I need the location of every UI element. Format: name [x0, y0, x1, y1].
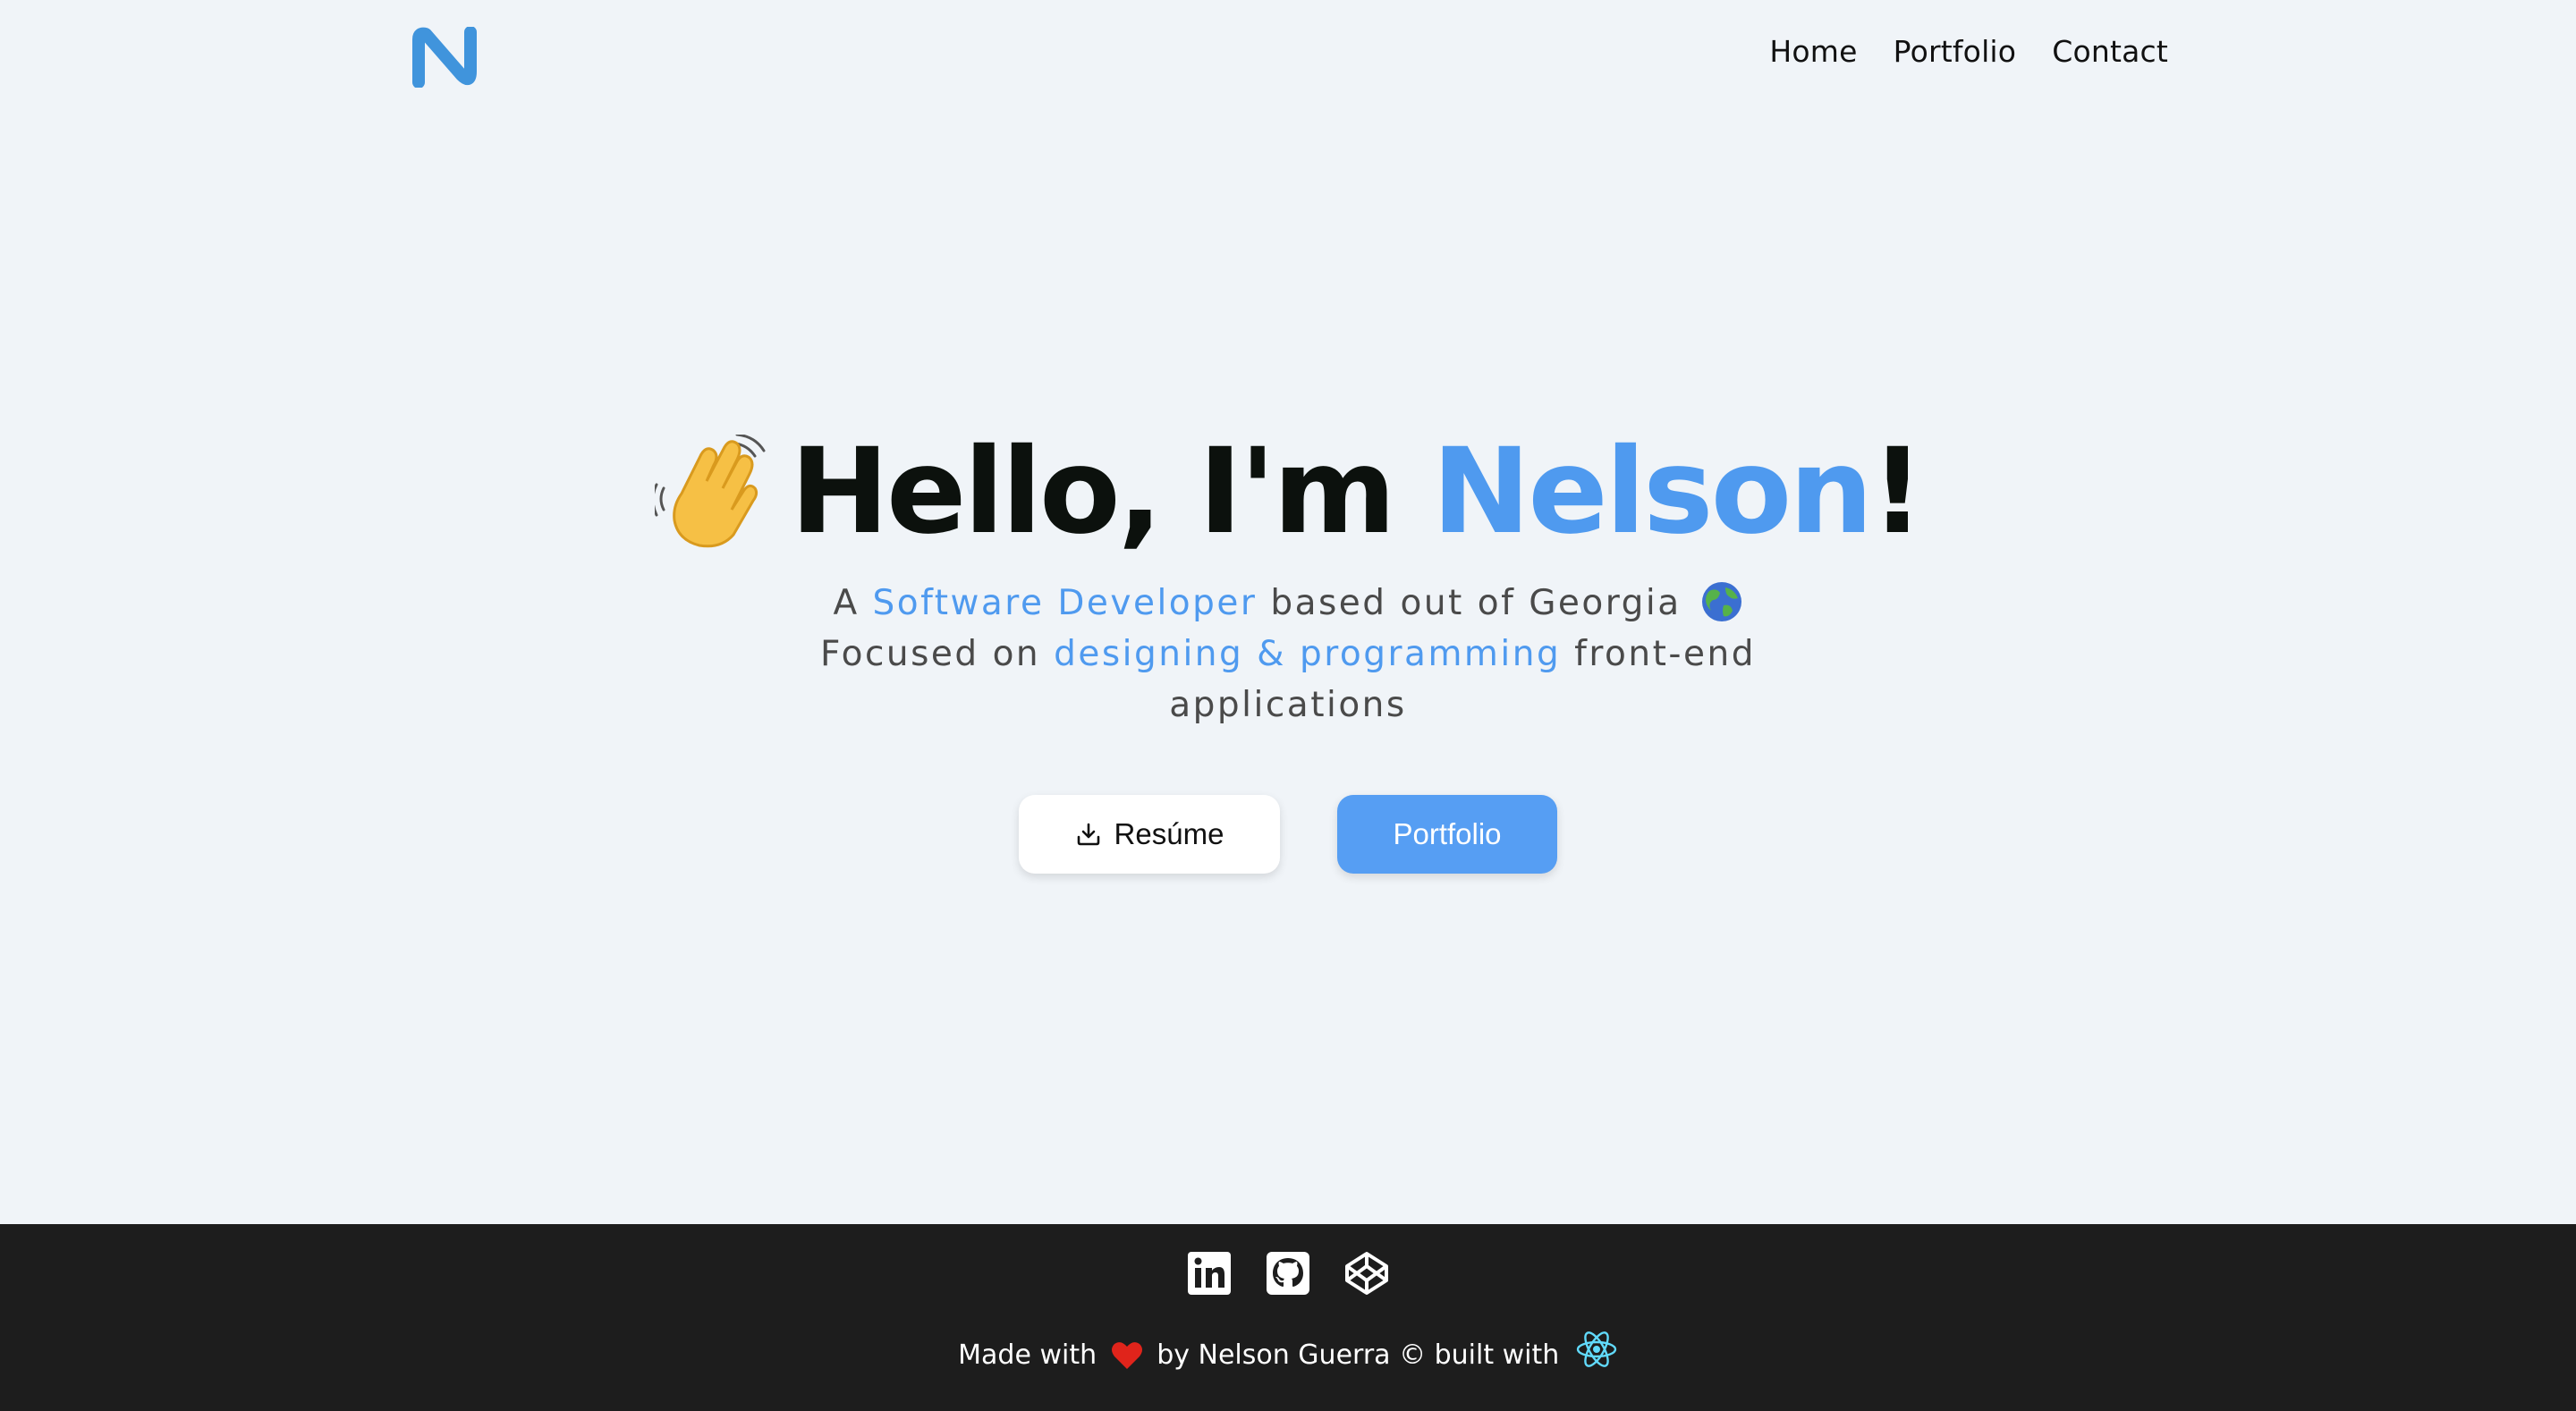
nav-home[interactable]: Home [1769, 34, 1857, 69]
linkedin-icon[interactable] [1187, 1251, 1232, 1296]
logo-icon[interactable] [411, 27, 479, 88]
subtitle-focus: designing & programming [1054, 634, 1562, 674]
resume-button[interactable]: Resúme [1019, 795, 1280, 874]
credit-middle: by Nelson Guerra © built with [1157, 1339, 1560, 1371]
footer: Made with by Nelson Guerra © built with [0, 1224, 2576, 1411]
heart-icon [1111, 1342, 1142, 1369]
subtitle-line2-prefix: Focused on [820, 634, 1055, 674]
globe-icon [1701, 582, 1741, 621]
greeting-suffix: ! [1870, 423, 1924, 561]
nav-portfolio[interactable]: Portfolio [1894, 34, 2017, 69]
hero-headline: Hello, I'm Nelson! [654, 420, 1925, 563]
nav-contact[interactable]: Contact [2052, 34, 2168, 69]
subtitle-line1-suffix: based out of Georgia [1257, 583, 1682, 623]
codepen-icon[interactable] [1344, 1251, 1389, 1296]
footer-credit: Made with by Nelson Guerra © built with [0, 1328, 2576, 1378]
main-nav: Home Portfolio Contact [1769, 34, 2168, 69]
portfolio-button-label: Portfolio [1393, 817, 1502, 850]
download-icon [1077, 823, 1099, 846]
hero-section: Hello, I'm Nelson! A Software Developer … [0, 420, 2576, 731]
social-links [0, 1251, 2576, 1296]
subtitle-role: Software Developer [872, 583, 1258, 623]
subtitle-line1-prefix: A [833, 583, 873, 623]
hero-subtitle: A Software Developer based out of Georgi… [751, 578, 1825, 731]
greeting-text: Hello, I'm [790, 423, 1432, 561]
hero-buttons: Resúme Portfolio [0, 795, 2576, 874]
react-icon[interactable] [1575, 1328, 1618, 1371]
portfolio-button[interactable]: Portfolio [1337, 795, 1557, 874]
hero-name: Nelson [1431, 423, 1873, 561]
credit-prefix: Made with [958, 1339, 1097, 1371]
github-icon[interactable] [1266, 1251, 1310, 1296]
resume-button-label: Resúme [1114, 817, 1224, 850]
page: Home Portfolio Contact Hello, I'm Nelson… [0, 0, 2576, 1411]
waving-hand-icon [654, 435, 765, 548]
